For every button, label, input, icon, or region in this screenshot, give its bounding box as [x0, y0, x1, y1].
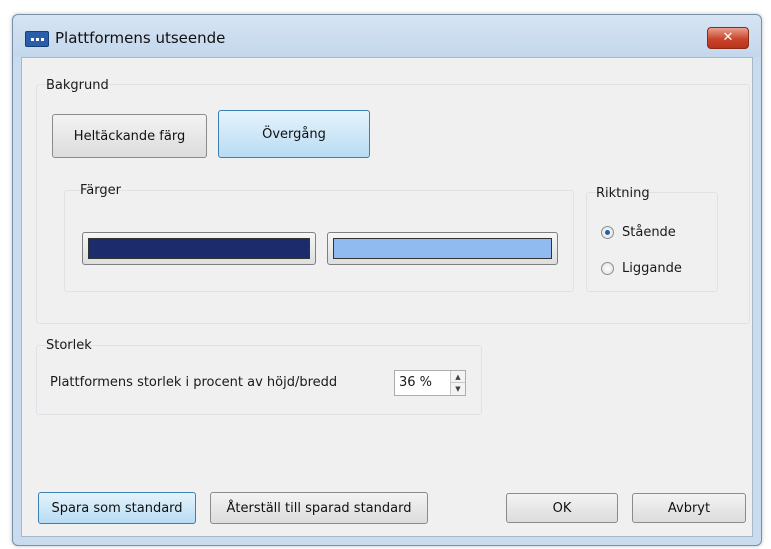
- colors-group-label: Färger: [80, 183, 121, 198]
- restore-default-button[interactable]: Återställ till sparad standard: [210, 492, 428, 524]
- close-button[interactable]: ✕: [707, 27, 749, 49]
- title-bar[interactable]: Plattformens utseende ✕: [13, 15, 761, 57]
- window-title: Plattformens utseende: [55, 29, 226, 47]
- size-group-label: Storlek: [46, 338, 92, 353]
- direction-group-label: Riktning: [596, 186, 650, 201]
- gradient-button[interactable]: Övergång: [218, 110, 370, 158]
- color-1-swatch: [88, 238, 310, 259]
- radio-standing-label: Stående: [622, 225, 676, 240]
- size-field-label: Plattformens storlek i procent av höjd/b…: [50, 375, 338, 390]
- radio-lying-indicator[interactable]: [601, 262, 614, 275]
- ok-button[interactable]: OK: [506, 493, 618, 523]
- app-icon: [25, 31, 49, 47]
- gradient-color-1-button[interactable]: [82, 232, 316, 265]
- direction-group: [586, 192, 718, 292]
- solid-color-button[interactable]: Heltäckande färg: [52, 114, 207, 158]
- radio-standing-indicator[interactable]: [601, 226, 614, 239]
- size-percent-spinner[interactable]: 36 % ▲ ▼: [394, 370, 466, 396]
- cancel-button[interactable]: Avbryt: [632, 493, 746, 523]
- spin-down-arrow-icon[interactable]: ▼: [450, 382, 465, 395]
- radio-standing[interactable]: Stående: [601, 225, 676, 240]
- color-2-swatch: [333, 238, 552, 259]
- save-as-default-button[interactable]: Spara som standard: [38, 492, 196, 524]
- radio-lying[interactable]: Liggande: [601, 261, 682, 276]
- radio-lying-label: Liggande: [622, 261, 682, 276]
- background-group-label: Bakgrund: [46, 78, 109, 93]
- size-percent-value[interactable]: 36 %: [399, 375, 432, 390]
- gradient-color-2-button[interactable]: [327, 232, 558, 265]
